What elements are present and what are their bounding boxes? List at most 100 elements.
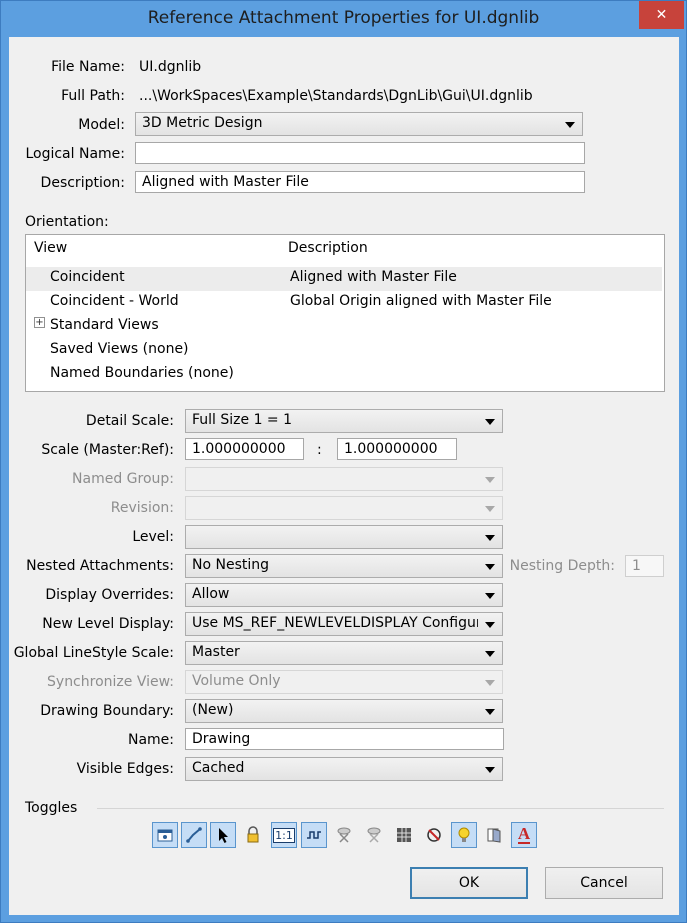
- lock-icon: [247, 826, 259, 843]
- ignore-elevation-icon: [487, 828, 501, 843]
- name-input[interactable]: Drawing: [185, 728, 504, 750]
- visible-edges-value: Cached: [192, 760, 245, 776]
- new-level-display-value: Use MS_REF_NEWLEVELDISPLAY Configuration: [192, 615, 478, 631]
- orientation-label: Orientation:: [25, 214, 109, 230]
- new-level-display-dropdown[interactable]: Use MS_REF_NEWLEVELDISPLAY Configuration: [185, 612, 503, 636]
- column-header-view[interactable]: View: [34, 240, 67, 256]
- drawing-boundary-value: (New): [192, 702, 234, 718]
- chevron-down-icon: [485, 593, 495, 599]
- description-input[interactable]: Aligned with Master File: [135, 171, 585, 193]
- expand-icon[interactable]: +: [34, 317, 45, 328]
- list-item-view: Coincident - World: [50, 293, 179, 309]
- list-item[interactable]: Coincident Aligned with Master File: [26, 267, 662, 291]
- close-icon: ✕: [655, 7, 668, 23]
- toggle-use-lights-button[interactable]: [451, 822, 477, 848]
- list-item[interactable]: Saved Views (none): [26, 339, 662, 363]
- scale-label: Scale (Master:Ref):: [41, 442, 174, 458]
- detail-scale-value: Full Size 1 = 1: [192, 412, 293, 428]
- revision-label: Revision:: [110, 500, 174, 516]
- model-dropdown[interactable]: 3D Metric Design: [135, 112, 583, 136]
- use-lights-icon: [458, 827, 470, 842]
- chevron-down-icon: [485, 419, 495, 425]
- cancel-button-label: Cancel: [580, 875, 628, 891]
- toggles-label: Toggles: [25, 800, 78, 816]
- true-scale-icon: 1:1: [273, 827, 295, 843]
- synchronize-view-label: Synchronize View:: [47, 674, 174, 690]
- chevron-down-icon: [485, 564, 495, 570]
- chevron-down-icon: [485, 767, 495, 773]
- chevron-down-icon: [485, 506, 495, 512]
- list-item[interactable]: + Standard Views: [26, 315, 662, 339]
- linestyle-scale-dropdown[interactable]: Master: [185, 641, 503, 665]
- file-name-value: UI.dgnlib: [139, 59, 202, 75]
- toggle-ignore-elevation-button[interactable]: [481, 822, 507, 848]
- synchronize-view-dropdown[interactable]: Volume Only: [185, 670, 503, 694]
- list-item-view: Saved Views (none): [50, 341, 189, 357]
- title-bar[interactable]: Reference Attachment Properties for UI.d…: [1, 1, 686, 36]
- chevron-down-icon: [565, 122, 575, 128]
- nested-attachments-label: Nested Attachments:: [26, 558, 174, 574]
- toggle-scale-linestyles-button[interactable]: [301, 822, 327, 848]
- drawing-boundary-label: Drawing Boundary:: [40, 703, 174, 719]
- cancel-button[interactable]: Cancel: [545, 867, 663, 899]
- ok-button[interactable]: OK: [410, 867, 528, 899]
- new-level-display-label: New Level Display:: [42, 616, 174, 632]
- chevron-down-icon: [485, 535, 495, 541]
- dialog-window: Reference Attachment Properties for UI.d…: [0, 0, 687, 923]
- scale-ref-input[interactable]: 1.000000000: [337, 438, 457, 460]
- scale-master-input[interactable]: 1.000000000: [185, 438, 304, 460]
- model-label: Model:: [78, 117, 125, 133]
- locate-icon: [219, 828, 228, 843]
- drawing-boundary-dropdown[interactable]: (New): [185, 699, 503, 723]
- ignore-attachment-icon: [337, 827, 351, 843]
- nesting-depth-input[interactable]: 1: [625, 555, 664, 577]
- synchronize-view-value: Volume Only: [192, 673, 281, 689]
- scale-separator: :: [317, 442, 322, 458]
- toggle-display-raster-button[interactable]: [421, 822, 447, 848]
- list-header: View Description: [26, 235, 664, 261]
- toggle-lock-button[interactable]: [240, 822, 266, 848]
- level-label: Level:: [132, 529, 174, 545]
- orientation-list[interactable]: View Description Coincident Aligned with…: [25, 234, 665, 392]
- nesting-depth-label: Nesting Depth:: [509, 558, 615, 574]
- toggle-annotation-scale-button[interactable]: A: [511, 822, 537, 848]
- list-item-description: Aligned with Master File: [290, 269, 457, 285]
- logical-name-input[interactable]: [135, 142, 585, 164]
- toggle-snap-button[interactable]: [181, 822, 207, 848]
- raster-icon: [397, 828, 411, 842]
- toggle-locate-button[interactable]: [210, 822, 236, 848]
- named-group-dropdown[interactable]: [185, 467, 503, 491]
- window-title: Reference Attachment Properties for UI.d…: [147, 8, 540, 28]
- file-name-label: File Name:: [51, 59, 125, 75]
- level-dropdown[interactable]: [185, 525, 503, 549]
- visible-edges-label: Visible Edges:: [76, 761, 174, 777]
- close-button[interactable]: ✕: [639, 1, 684, 29]
- named-group-label: Named Group:: [72, 471, 174, 487]
- nested-attachments-dropdown[interactable]: No Nesting: [185, 554, 503, 578]
- list-item[interactable]: Coincident - World Global Origin aligned…: [26, 291, 662, 315]
- list-item-view: Coincident: [50, 269, 125, 285]
- detail-scale-label: Detail Scale:: [85, 413, 174, 429]
- toggle-display-button[interactable]: [152, 822, 178, 848]
- list-item-view: Standard Views: [50, 317, 159, 333]
- toggle-raster-button[interactable]: [391, 822, 417, 848]
- treat-as-element-icon: [367, 827, 381, 843]
- chevron-down-icon: [485, 622, 495, 628]
- display-overrides-dropdown[interactable]: Allow: [185, 583, 503, 607]
- display-raster-icon: [427, 828, 441, 842]
- full-path-label: Full Path:: [61, 88, 125, 104]
- name-label: Name:: [127, 732, 174, 748]
- linestyle-scale-label: Global LineStyle Scale:: [13, 645, 174, 661]
- toggle-true-scale-button[interactable]: 1:1: [271, 822, 297, 848]
- detail-scale-dropdown[interactable]: Full Size 1 = 1: [185, 409, 503, 433]
- toggle-treat-as-element-button[interactable]: [361, 822, 387, 848]
- column-header-description[interactable]: Description: [288, 240, 368, 256]
- chevron-down-icon: [485, 680, 495, 686]
- revision-dropdown[interactable]: [185, 496, 503, 520]
- logical-name-label: Logical Name:: [25, 146, 125, 162]
- list-item[interactable]: Named Boundaries (none): [26, 363, 662, 387]
- annotation-scale-icon: A: [517, 824, 531, 844]
- visible-edges-dropdown[interactable]: Cached: [185, 757, 503, 781]
- toggle-ignore-attachment-button[interactable]: [331, 822, 357, 848]
- ok-button-label: OK: [458, 875, 480, 891]
